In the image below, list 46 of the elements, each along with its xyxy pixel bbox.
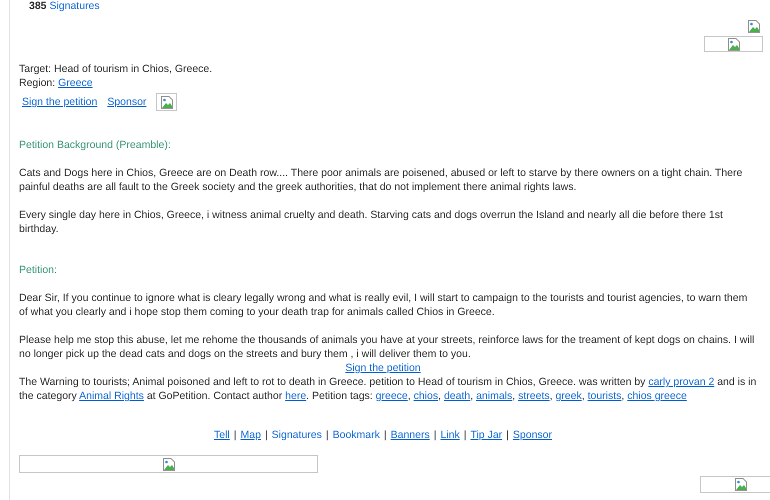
signatures-link[interactable]: Signatures	[49, 0, 100, 12]
target-text: Target: Head of tourism in Chios, Greece.	[19, 63, 212, 75]
footer-link[interactable]: Tip Jar	[470, 428, 502, 442]
summary-paragraph: The Warning to tourists; Animal poisoned and left to rot to death in Greece. petition to Head of tourism in Chios, Greece. was written by carly provan 2 and is in the category Animal Rights at GoPetition. Contact author here. Petition tags: greece, chios, death, animals, streets, greek, tourists, chios greece	[19, 375, 757, 403]
footer-link[interactable]: Bookmark	[332, 428, 380, 442]
tag-link[interactable]: carly provan 2	[648, 376, 714, 388]
tag-link[interactable]: streets	[518, 390, 550, 402]
broken-image-icon	[162, 458, 174, 470]
footer-link[interactable]: Banners	[390, 428, 430, 442]
tag-link[interactable]: greek	[555, 390, 582, 402]
footer-link[interactable]: Sponsor	[512, 428, 552, 442]
paragraph: Cats and Dogs here in Chios, Greece are on Death row.... There poor animals are poisened, abused or left to starve by there owners on a tight chain. There painful deaths are all fault to the Greek society and the greek authorities, that do not implement there animal rights laws.	[19, 166, 744, 194]
paragraph: Please help me stop this abuse, let me rehome the thousands of animals you have at your streets, reinforce laws for the treament of kept dogs on chains. I will no longer pick up the dead cats and dogs on the streets and bury them , i will deliver them to you.	[19, 333, 756, 361]
tag-link[interactable]: animals	[476, 390, 512, 402]
separator: |	[384, 428, 387, 442]
broken-image-icon	[728, 38, 740, 50]
paragraph: Dear Sir, If you continue to ignore what is cleary legally wrong and what is really evil, I will start to campaign to the tourists and tourist agencies, to warn them of what you clearly and i hope stop them coming to your death trap for animals called Chios in Greece.	[19, 291, 748, 319]
footer-link[interactable]: Link	[440, 428, 460, 442]
separator: |	[434, 428, 436, 442]
broken-image-icon	[160, 96, 173, 108]
section-heading: Petition:	[19, 263, 58, 277]
separator: |	[464, 428, 466, 442]
tag-link[interactable]: death	[444, 390, 470, 402]
sign-link[interactable]: Sign the petition	[22, 96, 98, 108]
tag-link[interactable]: Animal Rights	[79, 390, 144, 402]
separator: |	[326, 428, 329, 442]
sign-link[interactable]: Sign the petition	[345, 362, 421, 374]
broken-image-icon	[735, 478, 747, 491]
footer-link[interactable]: Tell	[214, 428, 230, 442]
footer-link[interactable]: Map	[240, 428, 261, 442]
region-link[interactable]: Greece	[58, 77, 93, 89]
tag-link[interactable]: tourists	[588, 390, 622, 402]
separator: |	[506, 428, 509, 442]
signature-count: 385	[29, 0, 47, 12]
separator: |	[234, 428, 236, 442]
tag-link[interactable]: here	[285, 390, 306, 402]
region-label: Region:	[19, 77, 56, 89]
tag-link[interactable]: chios	[414, 390, 438, 402]
sponsor-link[interactable]: Sponsor	[107, 96, 146, 108]
tag-link[interactable]: chios greece	[627, 390, 687, 402]
paragraph: Every single day here in Chios, Greece, i witness animal cruelty and death. Starving cats and dogs overrun the Island and nearly all die before there 1st birthday.	[19, 208, 724, 236]
section-heading: Petition Background (Preamble):	[19, 138, 172, 152]
separator: |	[264, 428, 268, 442]
tag-link[interactable]: greece	[376, 390, 408, 402]
broken-image-icon	[748, 20, 760, 32]
footer-link[interactable]: Signatures	[272, 428, 322, 442]
